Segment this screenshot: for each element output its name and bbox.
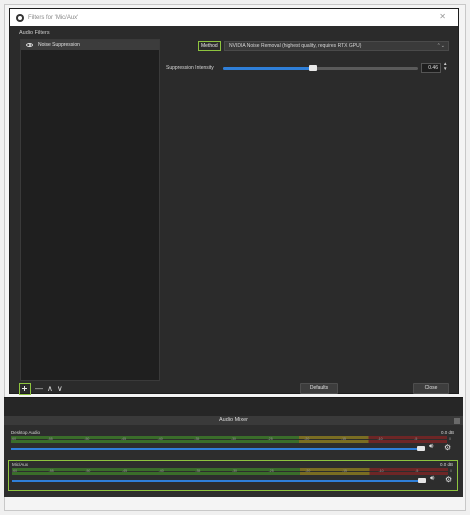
tick-label: -5 xyxy=(414,437,418,441)
gear-icon[interactable]: ⚙ xyxy=(445,475,452,484)
channel-name: Mic/Aux xyxy=(12,462,29,467)
obs-logo-icon xyxy=(16,13,24,22)
tick-label: -40 xyxy=(157,437,163,441)
tick-label: -20 xyxy=(304,437,310,441)
audio-mixer-dock: Audio Mixer Desktop Audio 0.0 dB -60 -55… xyxy=(4,397,463,497)
tick-label: -45 xyxy=(121,469,128,473)
tick-label: -25 xyxy=(267,437,273,441)
filter-list[interactable]: Noise Suppression xyxy=(20,39,160,381)
move-up-button[interactable]: ∧ xyxy=(47,384,53,394)
tick-label: -20 xyxy=(305,469,311,473)
method-select[interactable]: NVIDIA Noise Removal (highest quality, r… xyxy=(224,41,449,51)
tick-label: -40 xyxy=(158,469,164,473)
tick-label: -25 xyxy=(268,469,274,473)
tick-label: -50 xyxy=(84,437,90,441)
method-label: Method xyxy=(198,41,221,51)
filter-properties: Method NVIDIA Noise Removal (highest qua… xyxy=(162,41,452,73)
tick-label: -45 xyxy=(120,437,127,441)
slider-handle[interactable] xyxy=(308,65,317,71)
mixer-channel-mic-aux: Mic/Aux 0.0 dB -60 -55 -50 -45 -40 -35 -… xyxy=(8,460,458,491)
tick-label: -10 xyxy=(377,437,383,441)
meter-ticks: -60 -55 -50 -45 -40 -35 -30 -25 -20 -15 … xyxy=(12,469,452,474)
meter-ticks: -60 -55 -50 -45 -40 -35 -30 -25 -20 -15 … xyxy=(11,437,451,442)
filter-item-label: Noise Suppression xyxy=(38,42,80,48)
filter-item-noise-suppression[interactable]: Noise Suppression xyxy=(21,40,159,50)
channel-db: 0.0 dB xyxy=(439,462,453,467)
tick-label: 0 xyxy=(449,469,452,473)
method-select-value: NVIDIA Noise Removal (highest quality, r… xyxy=(229,43,362,49)
volume-slider[interactable] xyxy=(11,448,419,450)
defaults-button[interactable]: Defaults xyxy=(300,383,338,394)
tick-label: -55 xyxy=(47,437,53,441)
volume-slider-handle[interactable] xyxy=(417,446,425,451)
channel-db: 0.0 dB xyxy=(440,430,454,435)
channel-name: Desktop Audio xyxy=(11,430,41,435)
remove-filter-button[interactable]: — xyxy=(35,384,43,394)
dialog-titlebar: Filters for 'Mic/Aux' ✕ xyxy=(10,9,458,26)
spinbox-arrows-icon[interactable]: ▲ ▼ xyxy=(443,61,447,71)
move-down-button[interactable]: ∨ xyxy=(57,384,63,394)
tick-label: -60 xyxy=(12,469,18,473)
suppression-intensity-spinbox[interactable]: 0.46 xyxy=(421,63,441,73)
eye-icon[interactable] xyxy=(26,43,33,47)
audio-filters-label: Audio Filters xyxy=(19,30,50,36)
speaker-icon[interactable]: 🔊︎ xyxy=(429,443,433,451)
tick-label: -30 xyxy=(230,437,236,441)
tick-label: -35 xyxy=(194,437,200,441)
close-icon[interactable]: ✕ xyxy=(439,12,446,21)
tick-label: -35 xyxy=(195,469,201,473)
tick-label: 0 xyxy=(448,437,451,441)
suppression-intensity-slider[interactable] xyxy=(223,65,418,71)
filters-dialog: Filters for 'Mic/Aux' ✕ Audio Filters No… xyxy=(9,8,459,395)
dock-separator xyxy=(4,398,463,416)
slider-fill xyxy=(223,67,313,70)
add-filter-button[interactable] xyxy=(19,383,31,395)
chevron-updown-icon: ⌃⌄ xyxy=(436,43,445,49)
speaker-icon[interactable]: 🔊︎ xyxy=(430,475,434,483)
tick-label: -10 xyxy=(378,469,384,473)
tick-label: -30 xyxy=(231,469,237,473)
gear-icon[interactable]: ⚙ xyxy=(444,443,451,452)
close-button[interactable]: Close xyxy=(413,383,449,394)
dock-float-icon[interactable] xyxy=(454,418,460,424)
filter-toolbar: — ∧ ∨ xyxy=(19,383,63,395)
volume-slider[interactable] xyxy=(12,480,420,482)
tick-label: -55 xyxy=(48,469,54,473)
audio-mixer-title: Audio Mixer xyxy=(4,416,463,425)
tick-label: -15 xyxy=(340,437,346,441)
tick-label: -60 xyxy=(11,437,17,441)
volume-slider-handle[interactable] xyxy=(418,478,426,483)
mixer-channel-desktop-audio: Desktop Audio 0.0 dB -60 -55 -50 -45 -40… xyxy=(8,429,458,460)
suppression-intensity-label: Suppression Intensity xyxy=(166,65,214,71)
tick-label: -15 xyxy=(341,469,347,473)
tick-label: -50 xyxy=(85,469,91,473)
dialog-title: Filters for 'Mic/Aux' xyxy=(28,14,79,21)
tick-label: -5 xyxy=(415,469,419,473)
